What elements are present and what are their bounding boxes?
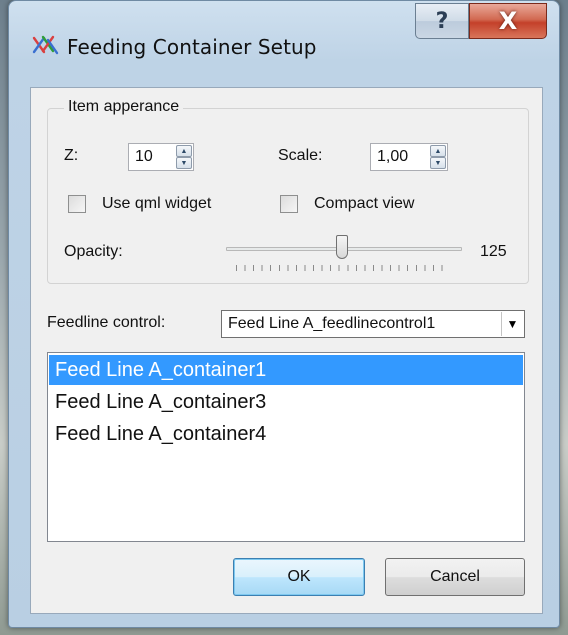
group-title: Item apperance xyxy=(64,98,184,116)
opacity-slider-handle[interactable] xyxy=(335,235,348,259)
use-qml-widget-checkbox[interactable] xyxy=(68,195,86,213)
window-title: Feeding Container Setup xyxy=(67,35,317,59)
dialog-body: Item apperance Z: 10 ▲ ▼ Scale: 1,00 ▲ ▼… xyxy=(30,87,543,614)
compact-view-checkbox[interactable] xyxy=(280,195,298,213)
app-icon xyxy=(32,35,59,55)
scale-label: Scale: xyxy=(278,147,323,164)
feedline-control-value: Feed Line A_feedlinecontrol1 xyxy=(228,315,436,332)
z-decrement-arrow-icon[interactable]: ▼ xyxy=(176,157,192,169)
close-icon: X xyxy=(498,7,518,35)
scale-value: 1,00 xyxy=(377,148,409,165)
z-label: Z: xyxy=(64,147,79,164)
cancel-button[interactable]: Cancel xyxy=(385,558,525,596)
title-bar[interactable]: Feeding Container Setup ? X xyxy=(9,1,559,87)
item-appearance-group: Item apperance Z: 10 ▲ ▼ Scale: 1,00 ▲ ▼… xyxy=(47,98,529,284)
scale-decrement-arrow-icon[interactable]: ▼ xyxy=(430,157,446,169)
list-item[interactable]: Feed Line A_container3 xyxy=(49,387,523,417)
list-item[interactable]: Feed Line A_container1 xyxy=(49,355,523,385)
list-item[interactable]: Feed Line A_container4 xyxy=(49,419,523,449)
help-button[interactable]: ? xyxy=(415,3,469,39)
close-button[interactable]: X xyxy=(469,3,547,39)
z-spinbox[interactable]: 10 ▲ ▼ xyxy=(128,143,194,171)
container-list[interactable]: Feed Line A_container1 Feed Line A_conta… xyxy=(47,352,525,542)
chevron-down-icon[interactable]: ▼ xyxy=(501,312,523,336)
opacity-label: Opacity: xyxy=(64,243,123,260)
ok-button[interactable]: OK xyxy=(233,558,365,596)
use-qml-widget-label[interactable]: Use qml widget xyxy=(102,195,211,213)
feedline-control-label: Feedline control: xyxy=(47,314,166,331)
scale-increment-arrow-icon[interactable]: ▲ xyxy=(430,145,446,157)
compact-view-label[interactable]: Compact view xyxy=(314,195,414,213)
z-value: 10 xyxy=(135,148,153,165)
z-increment-arrow-icon[interactable]: ▲ xyxy=(176,145,192,157)
opacity-slider-ticks xyxy=(236,265,450,271)
feedline-control-select[interactable]: Feed Line A_feedlinecontrol1 ▼ xyxy=(221,310,525,338)
dialog-window: Feeding Container Setup ? X Item apperan… xyxy=(8,0,560,628)
scale-spinbox[interactable]: 1,00 ▲ ▼ xyxy=(370,143,448,171)
help-icon: ? xyxy=(435,8,449,34)
opacity-value: 125 xyxy=(480,243,507,260)
